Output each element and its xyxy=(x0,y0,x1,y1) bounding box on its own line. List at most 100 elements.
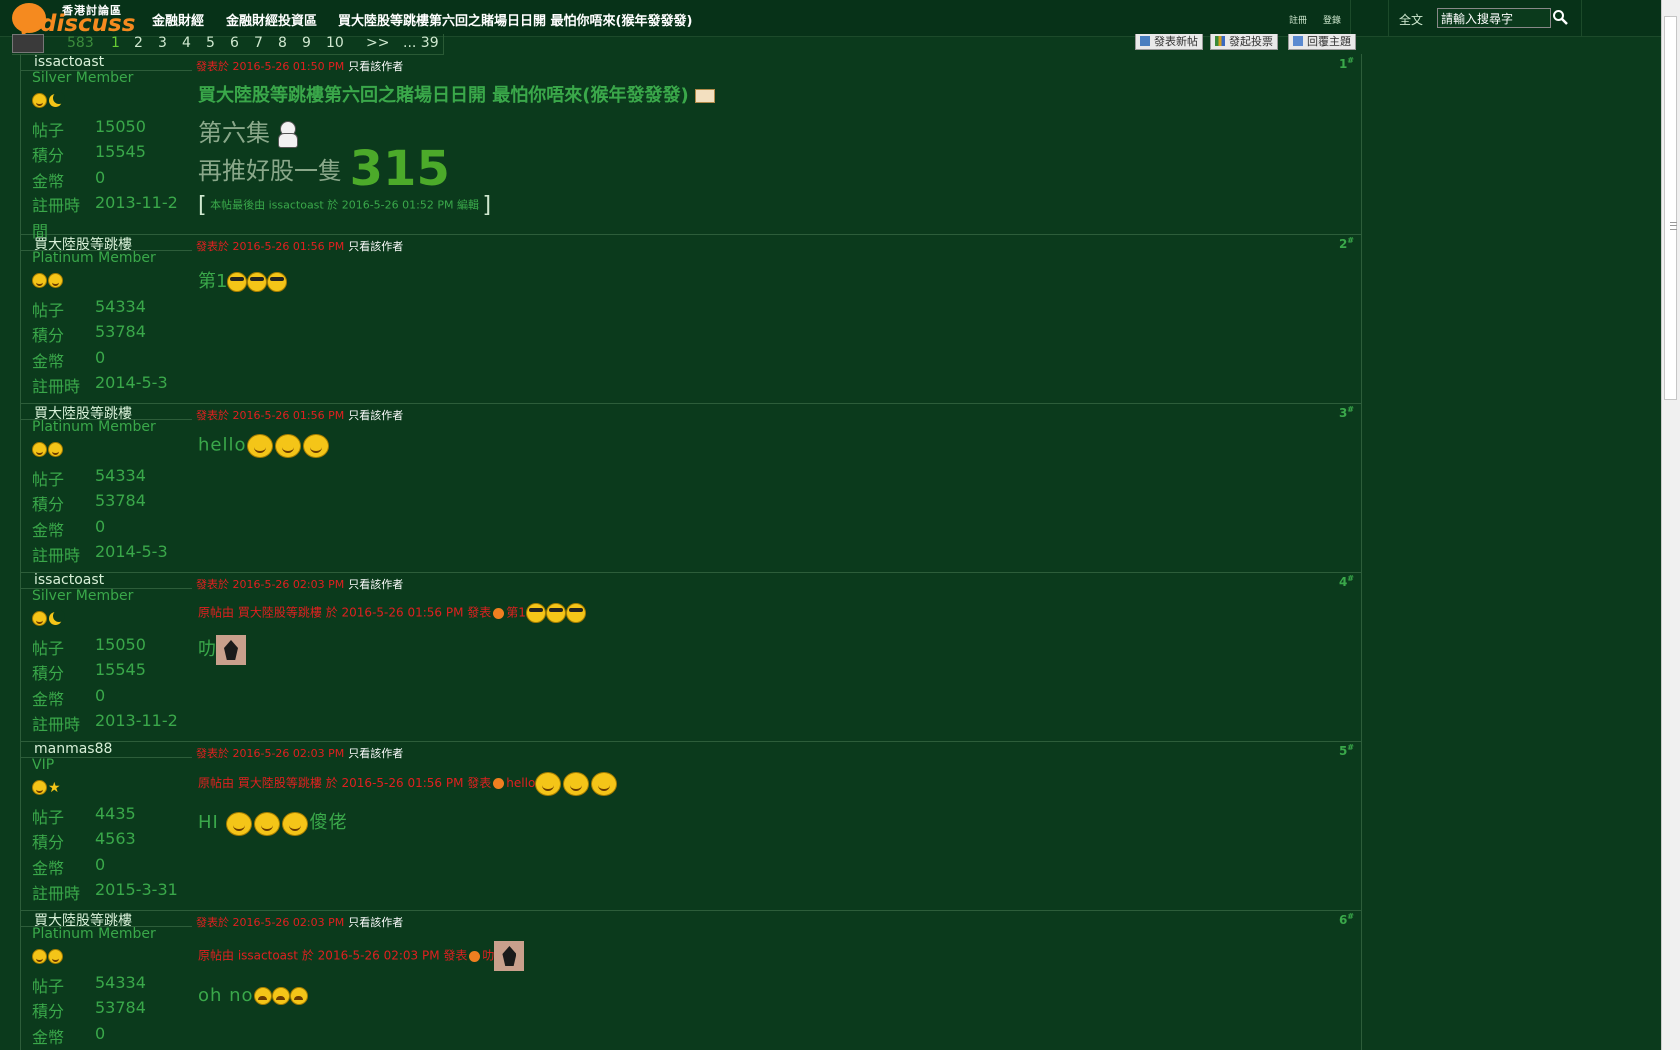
crying-icon xyxy=(289,987,308,1005)
stat-credits: 4563 xyxy=(95,829,136,848)
post-author[interactable]: manmas88 xyxy=(34,741,112,757)
pager-page-2[interactable]: 2 xyxy=(134,35,143,51)
stat-credits: 53784 xyxy=(95,998,146,1017)
only-author-link[interactable]: 只看該作者 xyxy=(348,916,403,929)
quote-user[interactable]: 買大陸股等跳樓 xyxy=(238,606,322,620)
quote-user[interactable]: issactoast xyxy=(238,949,298,963)
user-badges xyxy=(32,608,65,626)
pager-page-1[interactable]: 1 xyxy=(111,35,120,51)
quote-at: 於 xyxy=(325,776,338,790)
quote-at: 於 xyxy=(325,605,338,620)
stat-label: 帖子 xyxy=(32,121,65,140)
post-meta: 發表於 2016-5-26 01:50 PM 只看該作者 xyxy=(196,58,403,74)
pager-page-3[interactable]: 3 xyxy=(158,35,167,51)
floor-number[interactable]: 3# xyxy=(1339,405,1354,420)
floor-number[interactable]: 6# xyxy=(1339,912,1354,927)
grip-icon xyxy=(1670,222,1677,230)
only-author-link[interactable]: 只看該作者 xyxy=(348,409,403,422)
pager-page-4[interactable]: 4 xyxy=(182,35,191,51)
user-badges xyxy=(32,946,64,964)
user-group: Platinum Member xyxy=(32,419,156,435)
floor-number[interactable]: 4# xyxy=(1339,574,1354,589)
thread-title: 買大陸股等跳樓第六回之賭場日日開 最怕你唔來(猴年發發發) xyxy=(198,81,715,107)
site-logo[interactable]: 香港討論區 discuss xyxy=(12,2,135,37)
only-author-link[interactable]: 只看該作者 xyxy=(348,578,403,591)
stat-label: 積分 xyxy=(32,833,65,852)
pager-last[interactable]: ... 39 xyxy=(403,35,439,51)
pager-page-7[interactable]: 7 xyxy=(254,35,263,51)
photo-sticker xyxy=(216,635,246,665)
post-author[interactable]: issactoast xyxy=(34,572,104,588)
nav-finance-invest[interactable]: 金融財經投資區 xyxy=(226,10,317,29)
cool-smile-icon xyxy=(525,603,546,623)
nav-thread-title[interactable]: 買大陸股等跳樓第六回之賭場日日開 最怕你唔來(猴年發發發) xyxy=(338,10,692,29)
search-input[interactable] xyxy=(1437,8,1551,28)
cool-smile-icon xyxy=(247,272,268,292)
laughing-icon xyxy=(563,772,590,796)
only-author-link[interactable]: 只看該作者 xyxy=(348,240,403,253)
goto-post-icon[interactable] xyxy=(493,778,505,789)
laughing-icon xyxy=(281,811,309,836)
posted-label: 發表於 xyxy=(196,60,229,73)
stat-label: 積分 xyxy=(32,664,65,683)
new-thread-button[interactable]: 發表新帖 xyxy=(1135,34,1203,50)
pager-page-6[interactable]: 6 xyxy=(230,35,239,51)
user-group: Platinum Member xyxy=(32,250,156,266)
vertical-scrollbar[interactable] xyxy=(1661,0,1680,1050)
stat-credits: 15545 xyxy=(95,142,146,161)
quote-prefix: 原帖由 xyxy=(198,776,235,790)
divider xyxy=(1581,0,1582,36)
scrollbar-thumb[interactable] xyxy=(1664,16,1677,400)
stat-label: 金幣 xyxy=(32,352,65,371)
login-link[interactable]: 登錄 xyxy=(1323,13,1341,26)
stat-posts: 54334 xyxy=(95,297,146,316)
new-poll-label: 發起投票 xyxy=(1229,35,1273,48)
post-time: 2016-5-26 01:56 PM xyxy=(232,240,345,253)
goto-post-icon[interactable] xyxy=(469,950,481,962)
post-body-text: 傻佬 xyxy=(309,812,348,833)
pager-page-8[interactable]: 8 xyxy=(278,35,287,51)
search-scope[interactable]: 全文 xyxy=(1399,11,1423,28)
pager-page-10[interactable]: 10 xyxy=(326,35,344,51)
stat-credits: 15545 xyxy=(95,660,146,679)
post-author[interactable]: issactoast xyxy=(34,54,104,70)
top-navbar: 香港討論區 discuss 金融財經 金融財經投資區 買大陸股等跳樓第六回之賭場… xyxy=(0,0,1662,37)
floor-number[interactable]: 2# xyxy=(1339,236,1354,251)
only-author-link[interactable]: 只看該作者 xyxy=(348,747,403,760)
post-body: 叻 xyxy=(198,635,246,665)
stat-registered: 2014-5-3 xyxy=(95,373,168,392)
floor-number[interactable]: 5# xyxy=(1339,743,1354,758)
user-group: Platinum Member xyxy=(32,926,156,942)
goto-post-icon[interactable] xyxy=(493,607,505,619)
stat-money: 0 xyxy=(95,686,106,705)
laughing-icon xyxy=(535,772,562,796)
smile-icon xyxy=(32,611,47,626)
user-group: Silver Member xyxy=(32,588,134,604)
pager-next[interactable]: >> xyxy=(366,35,389,51)
stat-label: 積分 xyxy=(32,1002,65,1021)
stat-credits: 53784 xyxy=(95,491,146,510)
search-icon[interactable] xyxy=(1552,9,1568,25)
crying-icon xyxy=(271,987,290,1005)
user-badges xyxy=(32,270,64,288)
register-link[interactable]: 註冊 xyxy=(1289,13,1307,26)
nav-finance[interactable]: 金融財經 xyxy=(152,10,204,29)
posted-label: 發表於 xyxy=(196,240,229,253)
post-body-text: oh no xyxy=(198,985,254,1006)
only-author-link[interactable]: 只看該作者 xyxy=(348,60,403,73)
floor-number[interactable]: 1# xyxy=(1339,56,1354,71)
pager-page-5[interactable]: 5 xyxy=(206,35,215,51)
quote-user[interactable]: 買大陸股等跳樓 xyxy=(238,776,322,790)
post-meta: 發表於 2016-5-26 02:03 PM 只看該作者 xyxy=(196,914,403,930)
user-group: VIP xyxy=(32,757,55,773)
post-body: 第1 xyxy=(198,267,288,293)
post-6: 買大陸股等跳樓 Platinum Member 帖子 54334 積分 53784 … xyxy=(20,911,1362,1050)
reply-button[interactable]: 回覆主題 xyxy=(1288,34,1356,50)
cool-smile-icon xyxy=(267,272,288,292)
reply-icon xyxy=(1293,36,1303,46)
new-poll-button[interactable]: 發起投票 xyxy=(1210,34,1278,50)
laughing-icon xyxy=(246,434,274,458)
smile-icon xyxy=(48,949,63,964)
page-jump-box[interactable] xyxy=(12,34,44,53)
pager-page-9[interactable]: 9 xyxy=(302,35,311,51)
